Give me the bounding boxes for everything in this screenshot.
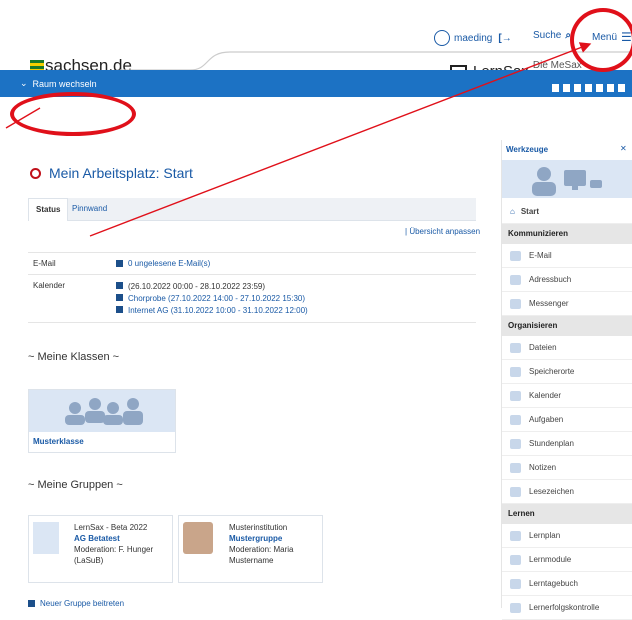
annotation-arrows: [5, 42, 592, 237]
